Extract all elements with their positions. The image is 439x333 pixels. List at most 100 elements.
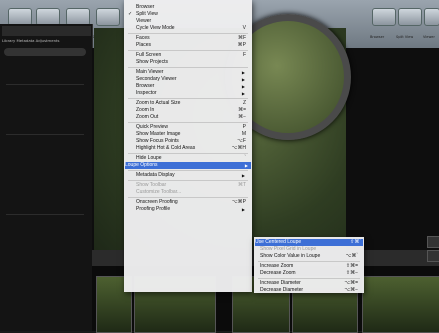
menu-item-proofing-profile[interactable]: Proofing Profile ▶ — [136, 206, 248, 213]
menu-item-zoom-out[interactable]: Zoom Out ⌘− — [136, 114, 248, 121]
divider — [6, 84, 84, 85]
menu-item-viewer[interactable]: Viewer — [136, 18, 248, 25]
menu-item-label: Zoom to Actual Size — [136, 100, 181, 106]
menu-item-show-master-image[interactable]: Show Master Image M — [136, 131, 248, 138]
menu-item-label: Places — [136, 42, 152, 48]
submenu-item-label: Show Pixel Grid in Loupe — [260, 246, 317, 252]
viewer-control-button[interactable] — [427, 236, 439, 248]
menu-separator — [128, 197, 248, 198]
split-view-button[interactable] — [398, 8, 422, 26]
menu-item-label: Inspector — [136, 90, 157, 96]
submenu-item-label: Decrease Zoom — [260, 270, 296, 276]
search-input[interactable] — [4, 48, 86, 56]
menu-item-shortcut: ⌥⌘P — [231, 199, 246, 205]
menu-item-shortcut: ⌥⌘H — [231, 145, 246, 151]
menu-item-metadata-display[interactable]: Metadata Display ▶ — [136, 172, 248, 179]
menu-item-label: Main Viewer — [136, 69, 164, 75]
menu-item-split-view[interactable]: ✓ Split View — [128, 11, 248, 18]
menu-separator — [128, 170, 248, 171]
menu-item-label: Customize Toolbar... — [136, 189, 182, 195]
menu-item-shortcut: ⌘T — [237, 182, 246, 188]
menu-item-hide-loupe[interactable]: Hide Loupe ` — [136, 155, 248, 162]
menu-item-label: Faces — [136, 35, 150, 41]
menu-item-quick-preview[interactable]: Quick Preview P — [136, 124, 248, 131]
menu-item-label: Show Toolbar — [136, 182, 167, 188]
menu-item-label: Proofing Profile — [136, 206, 171, 212]
submenu-item-shortcut: ⇧⌘` — [350, 239, 361, 245]
menu-item-loupe-options[interactable]: Loupe Options ▶ — [125, 162, 251, 169]
menu-item-label: Zoom Out — [136, 114, 159, 120]
menu-item-show-toolbar: Show Toolbar ⌘T — [136, 182, 248, 189]
browser-view-button[interactable] — [372, 8, 396, 26]
submenu-arrow-icon: ▶ — [241, 70, 245, 75]
submenu-item-increase-diameter[interactable]: Increase Diameter ⌥⌘= — [260, 280, 360, 287]
menu-item-show-projects[interactable]: Show Projects — [136, 59, 248, 66]
menu-item-label: Viewer — [136, 18, 152, 24]
menu-item-label: Show Master Image — [136, 131, 181, 137]
menu-item-label: Browser — [136, 4, 155, 10]
menu-separator — [128, 67, 248, 68]
inspector-panel: Library Metadata Adjustments — [0, 24, 93, 331]
menu-item-show-focus-points[interactable]: Show Focus Points ⌥F — [136, 138, 248, 145]
menu-item-label: Show Projects — [136, 59, 168, 65]
split-view-label: Split View — [396, 35, 414, 39]
menu-item-highlight-hot-cold-areas[interactable]: Highlight Hot & Cold Areas ⌥⌘H — [136, 145, 248, 152]
submenu-item-shortcut: ⌥⌘` — [345, 253, 358, 259]
menu-item-browser[interactable]: Browser — [136, 4, 248, 11]
menu-item-inspector[interactable]: Inspector ▶ — [136, 90, 248, 97]
menu-separator — [258, 261, 360, 262]
menu-item-shortcut: ⌥F — [237, 138, 246, 144]
menu-item-customize-toolbar: Customize Toolbar... — [136, 189, 248, 196]
submenu-arrow-icon: ▶ — [244, 163, 248, 168]
show-loupe-button[interactable] — [96, 8, 120, 26]
divider — [6, 134, 84, 135]
menu-item-label: Zoom In — [136, 107, 155, 113]
menu-item-label: Onscreen Proofing — [136, 199, 178, 205]
submenu-item-label: Increase Zoom — [260, 263, 294, 269]
viewer-control-button[interactable] — [427, 250, 439, 262]
menu-item-label: Quick Preview — [136, 124, 168, 130]
menu-item-main-viewer[interactable]: Main Viewer ▶ — [136, 69, 248, 76]
menu-item-onscreen-proofing[interactable]: Onscreen Proofing ⌥⌘P — [136, 199, 248, 206]
menu-item-secondary-viewer[interactable]: Secondary Viewer ▶ — [136, 76, 248, 83]
loupe-options-submenu: Use Centered Loupe ⇧⌘` Show Pixel Grid in … — [254, 237, 364, 293]
menu-item-full-screen[interactable]: Full Screen F — [136, 52, 248, 59]
submenu-item-show-color-value-in-loupe[interactable]: Show Color Value in Loupe ⌥⌘` — [260, 253, 360, 260]
inspector-tabs[interactable]: Library Metadata Adjustments — [2, 38, 59, 43]
menu-item-shortcut: Z — [242, 100, 246, 106]
menu-item-faces[interactable]: Faces ⌘F — [136, 35, 248, 42]
menu-item-label: Full Screen — [136, 52, 162, 58]
menu-item-places[interactable]: Places ⌘P — [136, 42, 248, 49]
browser-label: Browser — [370, 35, 385, 39]
menu-item-label: Highlight Hot & Cold Areas — [136, 145, 196, 151]
divider — [6, 214, 84, 215]
submenu-arrow-icon: ▶ — [241, 91, 245, 96]
menu-separator — [128, 33, 248, 34]
menu-separator — [128, 180, 248, 181]
menu-item-label: Hide Loupe — [136, 155, 162, 161]
menu-item-browser[interactable]: Browser ▶ — [136, 83, 248, 90]
menu-item-shortcut: ⌘= — [238, 107, 246, 113]
submenu-item-increase-zoom[interactable]: Increase Zoom ⇧⌘= — [260, 263, 360, 270]
submenu-item-show-pixel-grid-in-loupe: Show Pixel Grid in Loupe — [260, 246, 360, 253]
menu-item-label: Browser — [136, 83, 155, 89]
menu-item-shortcut: P — [242, 124, 246, 130]
menu-item-zoom-in[interactable]: Zoom In ⌘= — [136, 107, 248, 114]
menu-item-label: Cycle View Mode — [136, 25, 175, 31]
inspector-header — [2, 26, 91, 36]
menu-item-cycle-view-mode[interactable]: Cycle View Mode V — [136, 25, 248, 32]
viewer-label: Viewer — [423, 35, 435, 39]
submenu-item-use-centered-loupe[interactable]: Use Centered Loupe ⇧⌘` — [255, 239, 363, 246]
menu-item-label: Show Focus Points — [136, 138, 179, 144]
submenu-item-shortcut: ⌥⌘= — [344, 280, 358, 286]
menu-item-shortcut: ⌘P — [237, 42, 246, 48]
viewer-button[interactable] — [424, 8, 439, 26]
menu-item-shortcut: ` — [244, 155, 246, 161]
menu-item-zoom-to-actual-size[interactable]: Zoom to Actual Size Z — [136, 100, 248, 107]
submenu-item-decrease-zoom[interactable]: Decrease Zoom ⇧⌘− — [260, 270, 360, 277]
thumbnail[interactable] — [362, 276, 439, 333]
menu-separator — [128, 50, 248, 51]
menu-item-shortcut: V — [242, 25, 246, 31]
submenu-item-decrease-diameter[interactable]: Decrease Diameter ⌥⌘− — [260, 287, 360, 294]
menu-separator — [128, 122, 248, 123]
